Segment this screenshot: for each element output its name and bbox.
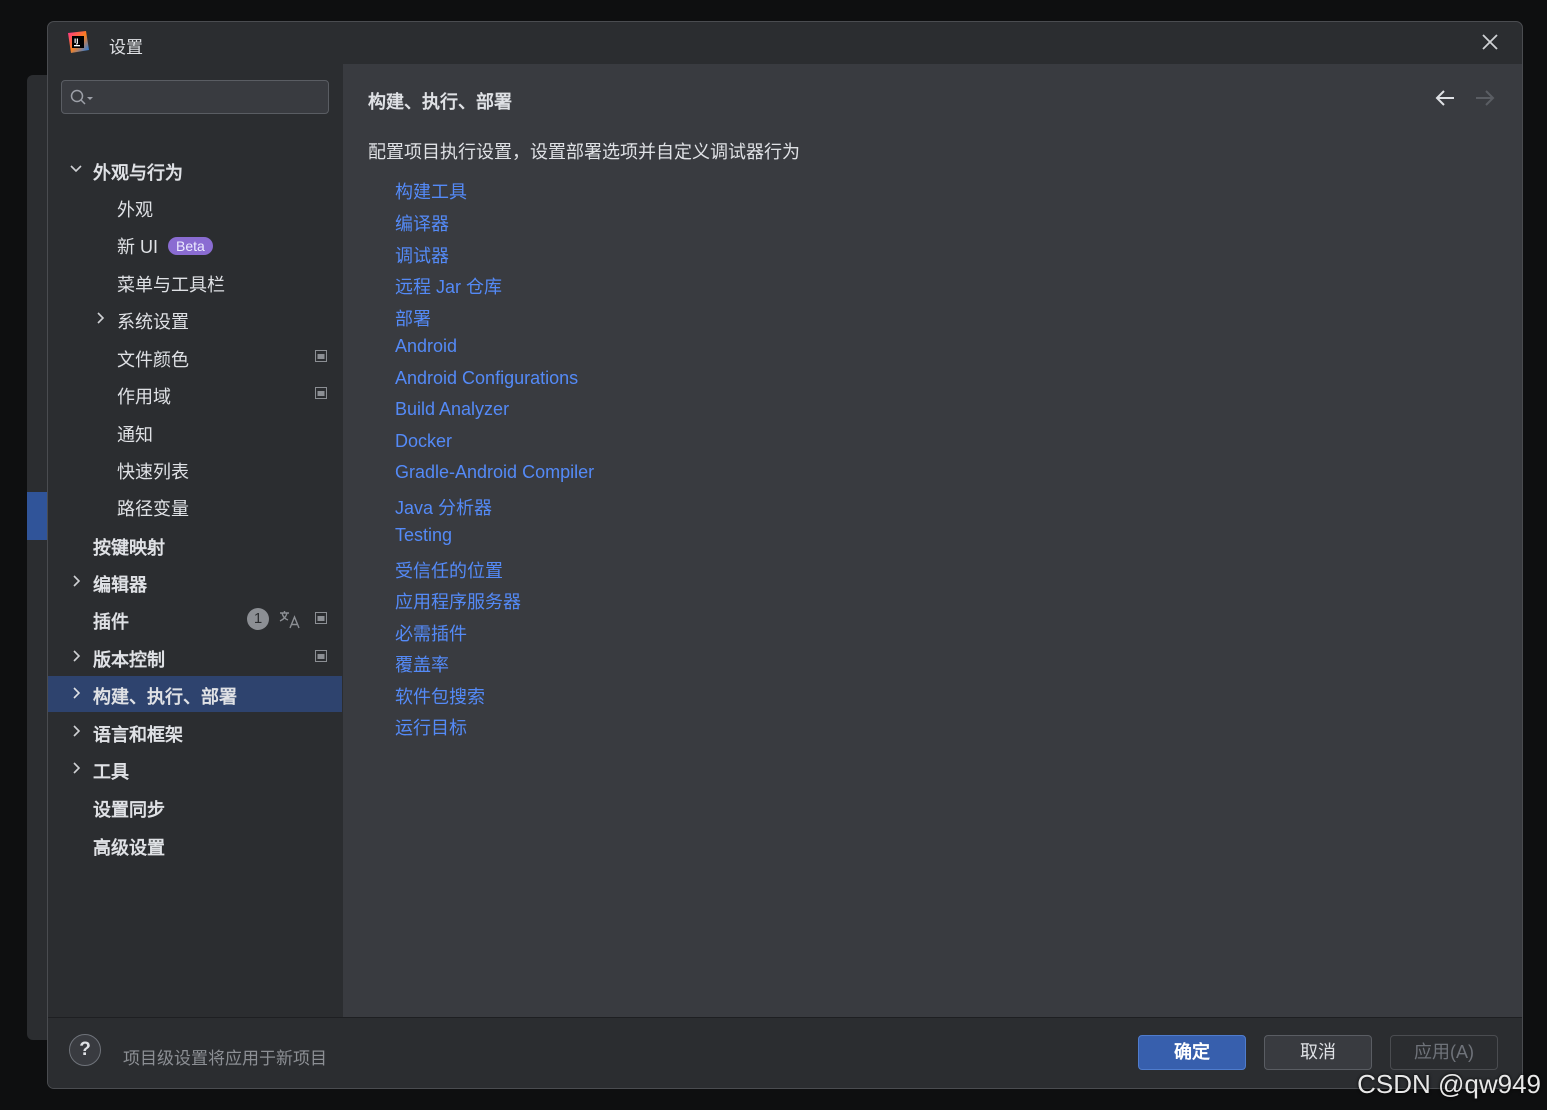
- chevron-right-icon[interactable]: [69, 724, 83, 738]
- chevron-right-icon[interactable]: [69, 686, 83, 700]
- link-android[interactable]: Android: [395, 336, 457, 357]
- link-android-configurations[interactable]: Android Configurations: [395, 368, 578, 389]
- sidebar-item-label: 外观与行为: [93, 163, 183, 183]
- link-testing[interactable]: Testing: [395, 525, 452, 546]
- sidebar-item-label: 外观: [117, 200, 153, 220]
- sidebar-item-quick-lists[interactable]: 快速列表: [48, 451, 342, 487]
- close-icon[interactable]: [1478, 30, 1502, 54]
- sidebar-item-file-colors[interactable]: 文件颜色: [48, 339, 342, 375]
- link-build-analyzer[interactable]: Build Analyzer: [395, 399, 509, 420]
- chevron-down-icon[interactable]: [69, 162, 83, 176]
- link-package-search[interactable]: 软件包搜索: [395, 683, 485, 709]
- beta-badge: Beta: [168, 237, 213, 255]
- chevron-right-icon[interactable]: [69, 761, 83, 775]
- chevron-right-icon[interactable]: [69, 649, 83, 663]
- link-build-tools[interactable]: 构建工具: [395, 178, 467, 204]
- sidebar-item-label: 系统设置: [117, 312, 189, 332]
- arrow-right-icon[interactable]: [1474, 88, 1496, 108]
- project-level-icon: [315, 612, 327, 624]
- project-level-icon: [315, 387, 327, 399]
- link-gradle-android-compiler[interactable]: Gradle-Android Compiler: [395, 462, 594, 483]
- sidebar-item-label: 快速列表: [117, 462, 189, 482]
- link-run-targets[interactable]: 运行目标: [395, 714, 467, 740]
- ok-button[interactable]: 确定: [1138, 1035, 1246, 1070]
- settings-dialog: IJ 设置 外观与行为 外观 新 UI Beta 菜单与工具栏 系统设置 文件颜…: [47, 21, 1523, 1089]
- title-bar: IJ 设置: [48, 22, 1522, 64]
- sidebar-item-plugins[interactable]: 插件 1: [48, 601, 342, 637]
- dialog-title: 设置: [109, 38, 143, 57]
- sidebar-item-label: 路径变量: [117, 499, 189, 519]
- link-compiler[interactable]: 编译器: [395, 210, 449, 236]
- sidebar-item-new-ui[interactable]: 新 UI Beta: [48, 226, 342, 262]
- sidebar-item-label: 语言和框架: [93, 725, 183, 745]
- arrow-left-icon[interactable]: [1434, 88, 1456, 108]
- sidebar-item-appearance[interactable]: 外观: [48, 189, 342, 225]
- sidebar-item-scopes[interactable]: 作用域: [48, 376, 342, 412]
- project-level-icon: [315, 650, 327, 662]
- sidebar-item-label: 文件颜色: [117, 350, 189, 370]
- project-level-icon: [315, 350, 327, 362]
- apply-button[interactable]: 应用(A): [1390, 1035, 1498, 1070]
- sidebar-item-label: 工具: [93, 762, 129, 782]
- sidebar-item-label: 构建、执行、部署: [93, 687, 237, 707]
- link-java-profiler[interactable]: Java 分析器: [395, 494, 492, 520]
- sidebar-item-label: 插件: [93, 612, 129, 632]
- page-title: 构建、执行、部署: [368, 92, 512, 112]
- translate-icon: [279, 611, 300, 629]
- background-window-selection: [27, 492, 49, 540]
- sidebar-item-appearance-behavior[interactable]: 外观与行为: [48, 152, 342, 188]
- settings-content-panel: 构建、执行、部署 配置项目执行设置，设置部署选项并自定义调试器行为 构建工具 编…: [343, 64, 1522, 1017]
- link-application-servers[interactable]: 应用程序服务器: [395, 588, 521, 614]
- link-trusted-locations[interactable]: 受信任的位置: [395, 557, 503, 583]
- sidebar-item-notifications[interactable]: 通知: [48, 414, 342, 450]
- sidebar-item-editor[interactable]: 编辑器: [48, 564, 342, 600]
- link-docker[interactable]: Docker: [395, 431, 452, 452]
- sidebar-item-label: 编辑器: [93, 575, 147, 595]
- footer-note: 项目级设置将应用于新项目: [123, 1049, 327, 1068]
- sidebar-item-label: 设置同步: [93, 800, 165, 820]
- link-remote-jar-repositories[interactable]: 远程 Jar 仓库: [395, 273, 502, 299]
- sidebar-item-build-execution-deployment[interactable]: 构建、执行、部署: [48, 676, 342, 712]
- sidebar-item-advanced-settings[interactable]: 高级设置: [48, 827, 342, 863]
- chevron-right-icon[interactable]: [93, 311, 107, 325]
- sidebar-item-tools[interactable]: 工具: [48, 751, 342, 787]
- page-description: 配置项目执行设置，设置部署选项并自定义调试器行为: [368, 142, 800, 162]
- search-icon: [70, 89, 93, 105]
- link-deployment[interactable]: 部署: [395, 305, 431, 331]
- dialog-footer: ? 项目级设置将应用于新项目 确定 取消 应用(A): [48, 1017, 1522, 1088]
- sidebar-item-label: 按键映射: [93, 538, 165, 558]
- intellij-app-icon: IJ: [68, 31, 89, 53]
- sidebar-item-settings-sync[interactable]: 设置同步: [48, 789, 342, 825]
- chevron-right-icon[interactable]: [69, 574, 83, 588]
- sidebar-item-languages-frameworks[interactable]: 语言和框架: [48, 714, 342, 750]
- sidebar-item-label: 高级设置: [93, 838, 165, 858]
- sidebar-item-label: 通知: [117, 425, 153, 445]
- sidebar-item-label: 菜单与工具栏: [117, 275, 225, 295]
- link-coverage[interactable]: 覆盖率: [395, 651, 449, 677]
- search-input[interactable]: [61, 80, 329, 114]
- help-button[interactable]: ?: [69, 1034, 101, 1066]
- sidebar-item-keymap[interactable]: 按键映射: [48, 527, 342, 563]
- sidebar-item-version-control[interactable]: 版本控制: [48, 639, 342, 675]
- update-count-badge: 1: [247, 608, 269, 630]
- cancel-button[interactable]: 取消: [1264, 1035, 1372, 1070]
- svg-text:IJ: IJ: [74, 38, 78, 45]
- sidebar-item-label: 新 UI: [117, 237, 159, 257]
- sidebar-item-label: 版本控制: [93, 650, 165, 670]
- sidebar-item-label: 作用域: [117, 387, 171, 407]
- sidebar-item-system-settings[interactable]: 系统设置: [48, 301, 342, 337]
- link-required-plugins[interactable]: 必需插件: [395, 620, 467, 646]
- sidebar-item-menus-toolbars[interactable]: 菜单与工具栏: [48, 264, 342, 300]
- watermark: CSDN @qw949: [1357, 1069, 1541, 1099]
- settings-sidebar: 外观与行为 外观 新 UI Beta 菜单与工具栏 系统设置 文件颜色 作用域 通…: [48, 64, 342, 1017]
- sidebar-item-path-variables[interactable]: 路径变量: [48, 488, 342, 524]
- link-debugger[interactable]: 调试器: [395, 242, 449, 268]
